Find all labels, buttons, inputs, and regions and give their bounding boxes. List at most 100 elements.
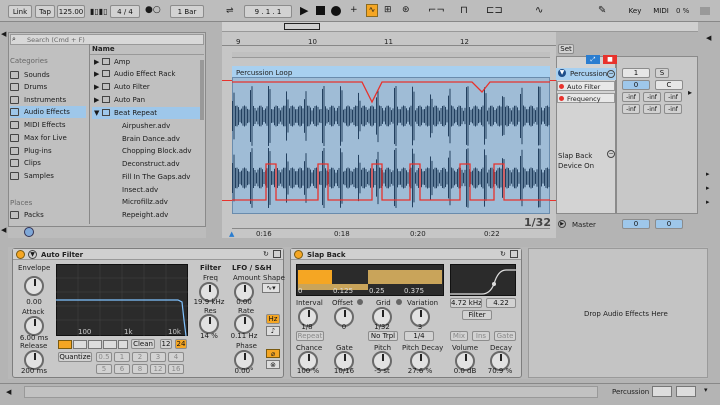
master-volume[interactable]: 0 (622, 219, 650, 229)
lock-icon[interactable]: ■ (603, 55, 617, 64)
detail-toggle-icon[interactable]: ▾ (704, 386, 708, 394)
metronome-toggle-icon[interactable]: ●○ (145, 5, 161, 15)
overdub-icon[interactable]: + (350, 5, 358, 15)
automation-arm-icon[interactable]: ∿ (366, 4, 378, 17)
midi-map-button[interactable]: MIDI (650, 5, 672, 18)
preview-icon[interactable] (24, 227, 34, 237)
place-packs[interactable]: Packs (10, 209, 44, 221)
category-clips[interactable]: Clips (10, 157, 41, 169)
right-scroll-icon-4[interactable]: ▸ (706, 198, 710, 206)
preset-chopping-block[interactable]: Chopping Block.adv (92, 145, 204, 157)
browser-item-amp[interactable]: ▶ Amp (92, 56, 204, 68)
browser-item-audio-effect-rack[interactable]: ▶ Audio Effect Rack (92, 68, 204, 80)
category-audio-effects[interactable]: Audio Effects (10, 106, 86, 118)
circuit-select[interactable]: Clean (131, 339, 155, 349)
gate-button[interactable]: Gate (494, 331, 516, 341)
send-inf-1[interactable]: -inf (622, 92, 640, 102)
track-number[interactable]: 1 (622, 68, 650, 78)
slap-back-on-icon[interactable] (294, 250, 303, 259)
send-inf-6[interactable]: -inf (664, 104, 682, 114)
slap-back-save-icon[interactable] (510, 250, 518, 258)
signature-field[interactable]: 4 / 4 (110, 5, 140, 18)
preview-bar[interactable] (8, 226, 206, 238)
phase-mode-icon[interactable]: ⌀ (266, 349, 280, 358)
collapse-icon[interactable]: − (607, 150, 615, 158)
grid-select[interactable]: 1/4 (404, 331, 434, 341)
overview-window[interactable] (284, 23, 320, 30)
loop-switch-icon[interactable]: ⌐¬ (428, 5, 445, 16)
position-field[interactable]: 9 . 1 . 1 (244, 5, 292, 18)
punch-in-icon[interactable]: ⊓ (460, 5, 468, 16)
q-value-0-5[interactable]: 0.5 (96, 352, 112, 362)
preset-repeight[interactable]: Repeight.adv (92, 209, 204, 221)
follow-icon[interactable]: ⇌ (226, 6, 234, 16)
pan-field[interactable]: C (655, 80, 683, 90)
automation-line-top[interactable] (222, 80, 232, 81)
device-on-icon[interactable] (16, 250, 25, 259)
mixer-toggle-icon[interactable]: ⤢ (586, 55, 600, 64)
scroll-right-icon[interactable]: ▸ (688, 88, 692, 97)
category-samples[interactable]: Samples (10, 170, 54, 182)
q-value-16[interactable]: 16 (168, 364, 184, 374)
sb-filter-button[interactable]: Filter (462, 310, 492, 320)
q-value-6[interactable]: 6 (114, 364, 130, 374)
fold-icon[interactable]: ▼ (28, 250, 37, 259)
rate-knob[interactable] (234, 314, 254, 334)
res-knob[interactable] (199, 314, 219, 334)
metronome-icon[interactable]: ▮▯▮▯ (90, 7, 108, 16)
device-view-icon[interactable] (652, 386, 672, 397)
send-inf-4[interactable]: -inf (622, 104, 640, 114)
record-icon[interactable] (331, 6, 341, 16)
slope-12-button[interactable]: 12 (160, 339, 172, 349)
spin-mode-icon[interactable]: ⊗ (266, 360, 280, 369)
q-value-5[interactable]: 5 (96, 364, 112, 374)
filter-type-bandpass-icon[interactable] (88, 340, 102, 349)
preset-deconstruct[interactable]: Deconstruct.adv (92, 158, 204, 170)
filter-type-lowpass-icon[interactable] (58, 340, 72, 349)
right-scroll-icon-2[interactable]: ▸ (706, 170, 710, 178)
volume-field[interactable]: 0 (622, 80, 650, 90)
category-max-for-live[interactable]: Max for Live (10, 132, 67, 144)
preset-brain-dance[interactable]: Brain Dance.adv (92, 133, 204, 145)
browser-item-auto-filter[interactable]: ▶ Auto Filter (92, 81, 204, 93)
tempo-field[interactable]: 125.00 (57, 5, 85, 18)
browser-toggle-icon[interactable]: ◀ (1, 30, 6, 38)
master-fold-icon[interactable]: ▶ (558, 220, 566, 228)
send-inf-5[interactable]: -inf (643, 104, 661, 114)
browser-scrollbar[interactable] (200, 60, 204, 120)
clip-view-icon[interactable] (676, 386, 696, 397)
slap-back-swap-icon[interactable]: ↻ (500, 250, 506, 258)
key-map-button[interactable]: Key (624, 5, 646, 18)
save-preset-icon[interactable] (273, 250, 281, 258)
help-toggle-icon[interactable]: ◀ (1, 226, 6, 234)
quantize-button[interactable]: Quantize (58, 352, 92, 362)
session-record-icon[interactable]: ⊞ (384, 5, 392, 15)
browser-divider[interactable] (89, 44, 90, 224)
attack-knob[interactable] (24, 316, 44, 336)
sb-width-field[interactable]: 4.22 (486, 298, 516, 308)
track-name[interactable]: Percussion (570, 70, 607, 78)
time-ruler[interactable] (232, 228, 550, 238)
send-inf-3[interactable]: -inf (664, 92, 682, 102)
q-value-12[interactable]: 12 (150, 364, 166, 374)
no-triplet-button[interactable]: No Trpl (368, 331, 398, 341)
solo-button[interactable]: S (655, 68, 669, 78)
play-icon[interactable]: ▶ (300, 4, 308, 17)
category-sounds[interactable]: Sounds (10, 69, 50, 81)
automation-line-bottom[interactable] (222, 200, 232, 201)
preset-insect[interactable]: Insect.adv (92, 184, 204, 196)
repeat-button[interactable]: Repeat (296, 331, 324, 341)
pencil-icon[interactable]: ✎ (598, 5, 606, 16)
search-input[interactable]: Search (Cmd + F) (10, 34, 204, 45)
q-value-3[interactable]: 3 (150, 352, 166, 362)
draw-mode-icon[interactable]: ∿ (535, 5, 543, 16)
category-drums[interactable]: Drums (10, 81, 47, 93)
loop-brace[interactable] (232, 52, 550, 58)
filter-type-highpass-icon[interactable] (73, 340, 87, 349)
hot-swap-icon[interactable]: ↻ (263, 250, 269, 258)
group-name[interactable]: Slap Back (558, 152, 592, 160)
punch-out-icon[interactable]: ⊏⊐ (486, 5, 503, 16)
slope-24-button[interactable]: 24 (175, 339, 187, 349)
collapse-icon-2[interactable]: − (607, 70, 615, 78)
capture-icon[interactable]: ⊛ (402, 5, 410, 15)
